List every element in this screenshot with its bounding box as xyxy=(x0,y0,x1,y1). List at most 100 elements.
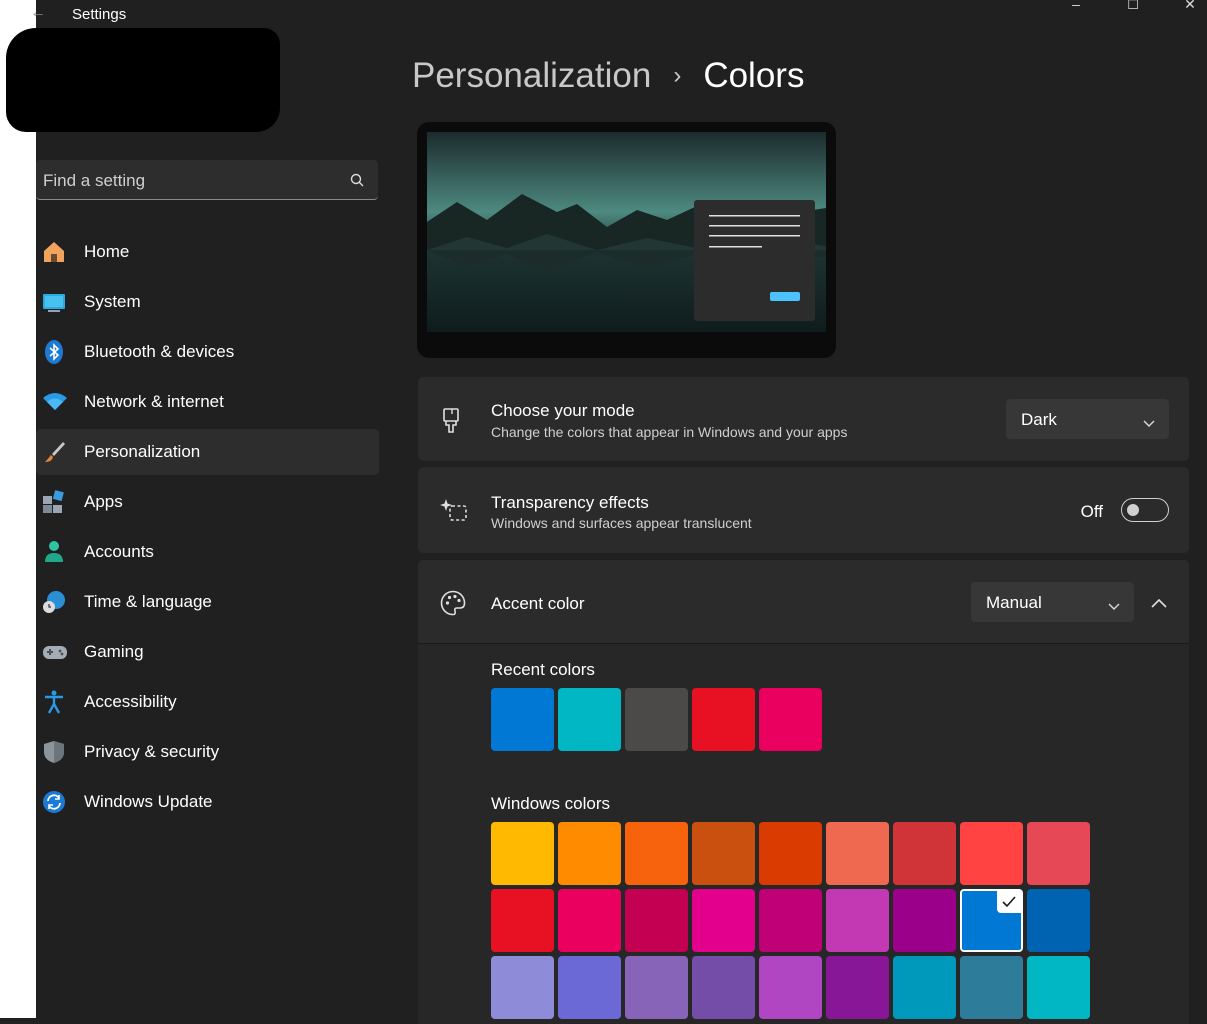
windows-color-swatch[interactable] xyxy=(1027,956,1090,1019)
mode-setting-card: Choose your mode Change the colors that … xyxy=(418,377,1189,461)
breadcrumb: Personalization › Colors xyxy=(412,56,804,96)
windows-color-swatch[interactable] xyxy=(692,889,755,952)
sidebar-item-windows-update[interactable]: Windows Update xyxy=(36,779,379,825)
windows-color-swatch[interactable] xyxy=(692,822,755,885)
sidebar-item-apps[interactable]: Apps xyxy=(36,479,379,525)
back-arrow-icon[interactable]: ← xyxy=(30,4,46,22)
breadcrumb-parent[interactable]: Personalization xyxy=(412,56,651,95)
sidebar-item-privacy[interactable]: Privacy & security xyxy=(36,729,379,775)
windows-color-swatch[interactable] xyxy=(625,956,688,1019)
sidebar-item-system[interactable]: System xyxy=(36,279,379,325)
globe-clock-icon xyxy=(42,590,66,614)
windows-color-swatch[interactable] xyxy=(1027,889,1090,952)
apps-icon xyxy=(42,490,66,514)
chevron-down-icon xyxy=(1108,598,1120,616)
left-margin xyxy=(0,0,36,1018)
update-icon xyxy=(42,790,66,814)
title-bar: ← Settings – ☐ ✕ xyxy=(30,0,1207,30)
accent-color-card[interactable]: Accent color Manual xyxy=(418,560,1189,643)
sidebar-item-label: Gaming xyxy=(84,642,144,661)
sidebar-item-bluetooth[interactable]: Bluetooth & devices xyxy=(36,329,379,375)
recent-color-swatch[interactable] xyxy=(491,688,554,751)
sidebar-item-accounts[interactable]: Accounts xyxy=(36,529,379,575)
windows-color-swatch[interactable] xyxy=(491,956,554,1019)
chevron-down-icon xyxy=(1143,415,1155,433)
sidebar-nav: Home System Bluetooth & devices Network … xyxy=(36,229,379,829)
search-icon[interactable] xyxy=(350,173,364,192)
windows-color-swatch[interactable] xyxy=(692,956,755,1019)
shield-icon xyxy=(42,740,66,764)
theme-preview xyxy=(417,122,836,358)
accent-title: Accent color xyxy=(491,594,585,613)
recent-color-swatch[interactable] xyxy=(558,688,621,751)
windows-color-swatch[interactable] xyxy=(1027,822,1090,885)
transparency-icon xyxy=(440,497,468,528)
windows-color-swatch[interactable] xyxy=(960,956,1023,1019)
recent-color-swatch[interactable] xyxy=(692,688,755,751)
windows-color-swatch[interactable] xyxy=(960,889,1023,952)
app-title: Settings xyxy=(72,6,127,23)
recent-color-swatch[interactable] xyxy=(759,688,822,751)
maximize-button[interactable]: ☐ xyxy=(1110,0,1156,19)
accent-value: Manual xyxy=(986,593,1042,612)
windows-color-swatch[interactable] xyxy=(826,822,889,885)
redacted-profile xyxy=(6,28,280,132)
sidebar-item-label: Home xyxy=(84,242,130,261)
windows-colors-grid xyxy=(491,822,1101,1019)
sidebar-item-gaming[interactable]: Gaming xyxy=(36,629,379,675)
collapse-chevron-up-icon[interactable] xyxy=(1151,595,1167,613)
recent-colors-grid xyxy=(491,688,831,751)
minimize-button[interactable]: – xyxy=(1053,0,1099,18)
sidebar-item-label: Accessibility xyxy=(84,692,177,711)
system-icon xyxy=(42,290,66,314)
windows-color-swatch[interactable] xyxy=(625,889,688,952)
search-input[interactable]: Find a setting xyxy=(43,171,145,191)
accessibility-icon xyxy=(42,690,66,714)
account-icon xyxy=(42,540,66,564)
windows-color-swatch[interactable] xyxy=(960,822,1023,885)
windows-color-swatch[interactable] xyxy=(759,822,822,885)
palette-icon xyxy=(440,590,466,621)
sidebar-item-network[interactable]: Network & internet xyxy=(36,379,379,425)
sidebar-item-home[interactable]: Home xyxy=(36,229,379,275)
windows-color-swatch[interactable] xyxy=(558,956,621,1019)
transparency-toggle[interactable] xyxy=(1121,498,1169,522)
checkmark-icon xyxy=(997,891,1021,913)
transparency-subtitle: Windows and surfaces appear translucent xyxy=(491,515,752,531)
mode-dropdown[interactable]: Dark xyxy=(1006,399,1169,439)
sidebar-item-accessibility[interactable]: Accessibility xyxy=(36,679,379,725)
windows-color-swatch[interactable] xyxy=(558,889,621,952)
windows-color-swatch[interactable] xyxy=(558,822,621,885)
windows-color-swatch[interactable] xyxy=(826,889,889,952)
sidebar-item-label: Bluetooth & devices xyxy=(84,342,235,361)
sidebar-item-personalization[interactable]: Personalization xyxy=(36,429,379,475)
page-title: Colors xyxy=(703,56,805,95)
mode-subtitle: Change the colors that appear in Windows… xyxy=(491,424,848,440)
windows-color-swatch[interactable] xyxy=(893,889,956,952)
windows-color-swatch[interactable] xyxy=(826,956,889,1019)
toggle-knob xyxy=(1127,504,1139,516)
windows-color-swatch[interactable] xyxy=(491,822,554,885)
breadcrumb-separator: › xyxy=(673,62,682,89)
wifi-icon xyxy=(42,390,67,414)
search-box[interactable]: Find a setting xyxy=(36,160,378,200)
sidebar-item-label: Accounts xyxy=(84,542,154,561)
windows-color-swatch[interactable] xyxy=(893,956,956,1019)
accent-dropdown[interactable]: Manual xyxy=(971,582,1134,622)
sidebar-item-label: Time & language xyxy=(84,592,212,611)
windows-color-swatch[interactable] xyxy=(759,889,822,952)
mode-title: Choose your mode xyxy=(491,401,635,420)
gamepad-icon xyxy=(42,640,67,664)
sidebar-item-label: Network & internet xyxy=(84,392,224,411)
sidebar-item-time-language[interactable]: Time & language xyxy=(36,579,379,625)
paint-brush-outline-icon xyxy=(440,407,462,440)
windows-color-swatch[interactable] xyxy=(893,822,956,885)
home-icon xyxy=(42,240,66,264)
recent-color-swatch[interactable] xyxy=(625,688,688,751)
close-button[interactable]: ✕ xyxy=(1167,0,1207,18)
windows-color-swatch[interactable] xyxy=(491,889,554,952)
sidebar-item-label: Apps xyxy=(84,492,123,511)
windows-color-swatch[interactable] xyxy=(625,822,688,885)
sidebar-item-label: System xyxy=(84,292,141,311)
windows-color-swatch[interactable] xyxy=(759,956,822,1019)
